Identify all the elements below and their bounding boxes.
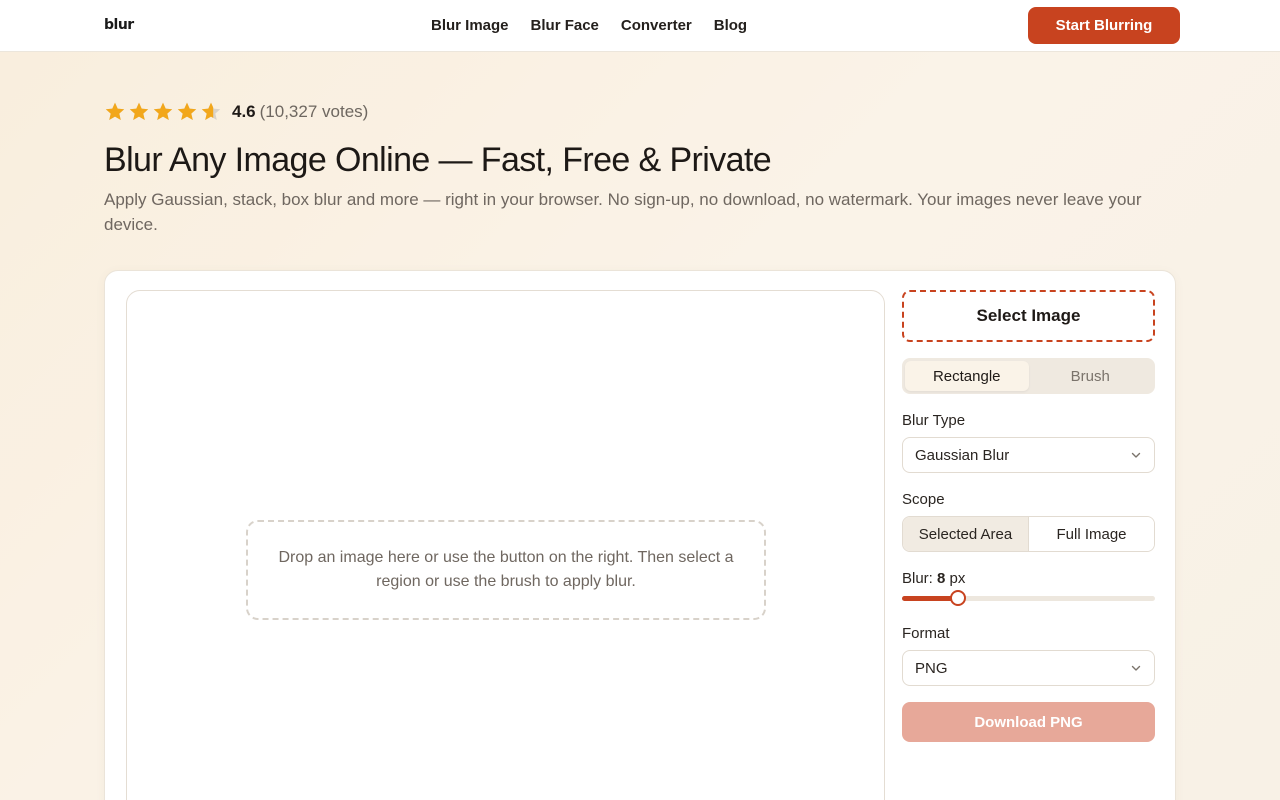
scope-full-image[interactable]: Full Image — [1028, 517, 1154, 551]
nav-link-blog[interactable]: Blog — [714, 17, 747, 34]
tab-rectangle[interactable]: Rectangle — [905, 361, 1029, 391]
rating-score: 4.6 — [232, 102, 256, 121]
scope-label: Scope — [902, 491, 945, 508]
rating-votes: (10,327 votes) — [259, 102, 369, 121]
logo[interactable]: blur — [104, 17, 134, 33]
start-blurring-button[interactable]: Start Blurring — [1028, 7, 1180, 44]
blur-type-value: Gaussian Blur — [915, 446, 1010, 464]
editor-card: Drop an image here or use the button on … — [104, 270, 1176, 800]
drop-zone[interactable]: Drop an image here or use the button on … — [246, 520, 766, 620]
format-value: PNG — [915, 659, 948, 677]
format-select[interactable]: PNG — [902, 650, 1155, 686]
image-canvas[interactable]: Drop an image here or use the button on … — [126, 290, 885, 800]
slider-thumb[interactable] — [949, 590, 966, 606]
rating: 4.6 (10,327 votes) — [104, 101, 368, 123]
nav-link-converter[interactable]: Converter — [621, 17, 692, 34]
select-image-button[interactable]: Select Image — [902, 290, 1155, 342]
page-subtitle: Apply Gaussian, stack, box blur and more… — [104, 190, 1142, 234]
main-nav: Blur Image Blur Face Converter Blog — [431, 17, 747, 34]
scope-selected-area[interactable]: Selected Area — [903, 517, 1028, 551]
blur-type-label: Blur Type — [902, 412, 966, 429]
chevron-down-icon — [1131, 665, 1141, 671]
star-icon — [129, 102, 149, 120]
nav-link-blur-face[interactable]: Blur Face — [531, 17, 599, 34]
blur-value: 8 — [937, 570, 946, 587]
download-button[interactable]: Download PNG — [902, 702, 1155, 742]
star-icon — [105, 102, 125, 120]
blur-unit: px — [949, 570, 966, 587]
star-icon — [201, 102, 221, 120]
top-navigation-bar: blur Blur Image Blur Face Converter Blog… — [0, 0, 1280, 52]
star-icon — [177, 102, 197, 120]
nav-link-blur-image[interactable]: Blur Image — [431, 17, 509, 34]
star-icon — [153, 102, 173, 120]
format-label: Format — [902, 625, 950, 642]
blur-slider[interactable] — [902, 589, 1155, 607]
tab-brush[interactable]: Brush — [1029, 361, 1153, 391]
chevron-down-icon — [1131, 452, 1141, 458]
scope-toggle: Selected Area Full Image — [902, 516, 1155, 552]
mode-toggle: Rectangle Brush — [902, 358, 1155, 394]
controls-panel: Select Image Rectangle Brush Blur Type G… — [902, 290, 1155, 742]
blur-prefix: Blur: — [902, 570, 933, 587]
page-title: Blur Any Image Online — Fast, Free & Pri… — [104, 141, 772, 179]
star-rating — [104, 101, 222, 123]
blur-amount-label: Blur: 8 px — [902, 570, 1155, 587]
blur-type-select[interactable]: Gaussian Blur — [902, 437, 1155, 473]
